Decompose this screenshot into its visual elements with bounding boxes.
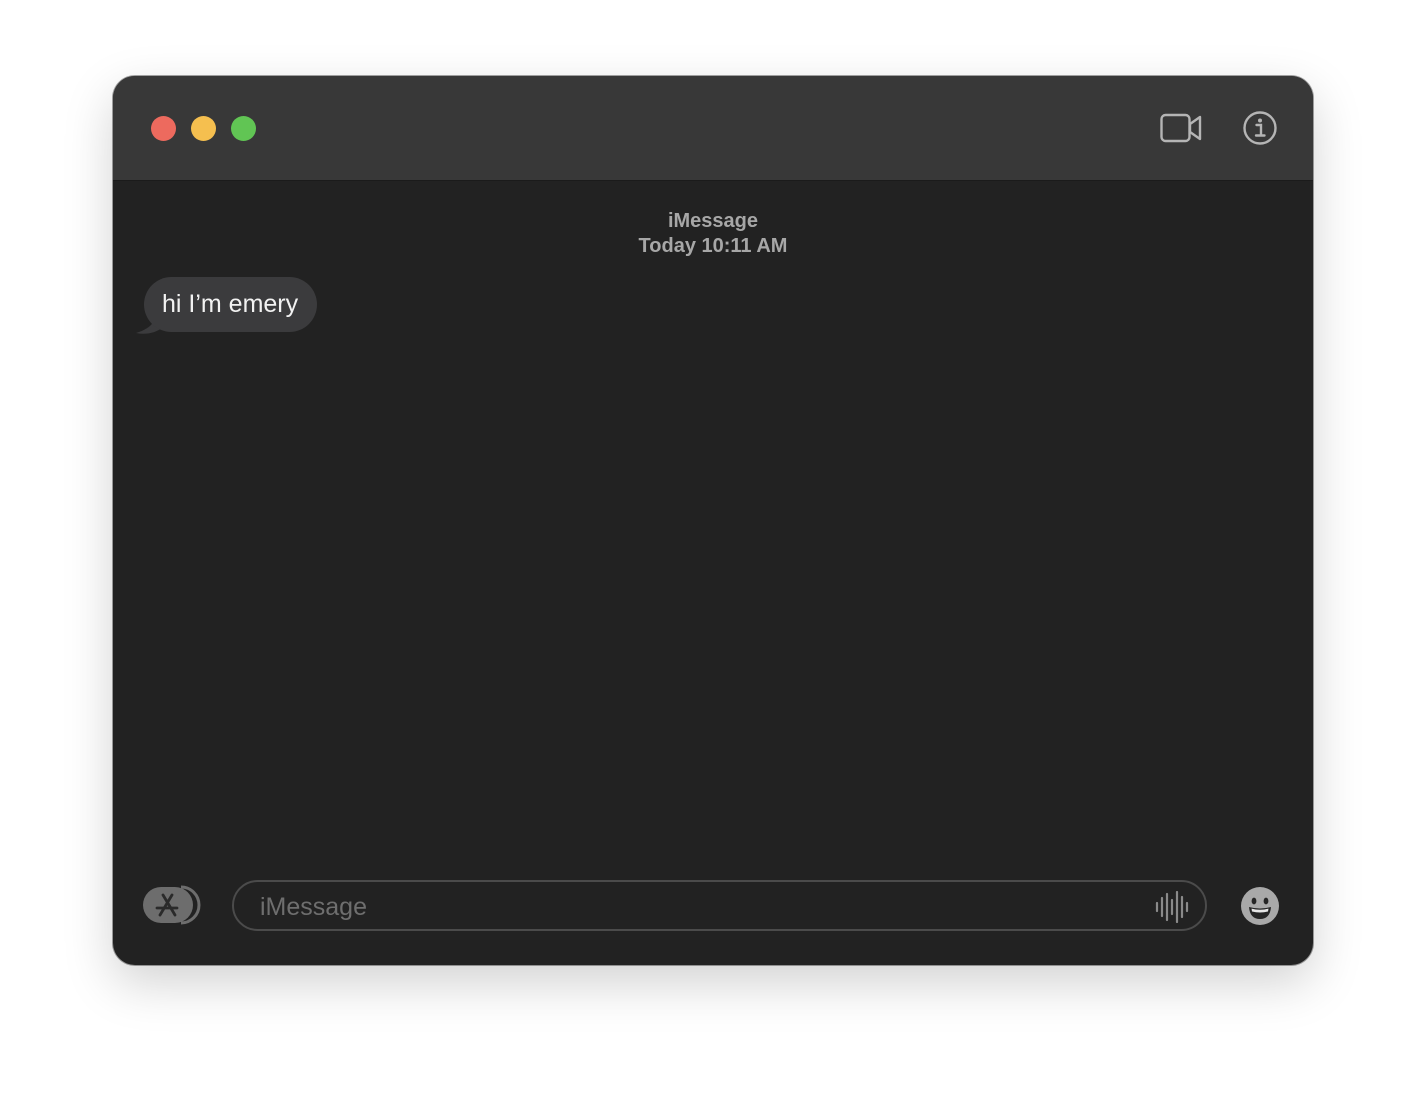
- conversation-info-button[interactable]: [1238, 108, 1282, 148]
- message-input-container: [232, 880, 1207, 931]
- close-window-button[interactable]: [151, 116, 176, 141]
- audio-waveform-icon: [1155, 890, 1189, 924]
- conversation-transcript[interactable]: iMessage Today 10:11 AM hi I’m emery: [113, 181, 1313, 861]
- message-composer: [113, 861, 1313, 965]
- apps-button[interactable]: [141, 885, 203, 925]
- minimize-window-button[interactable]: [191, 116, 216, 141]
- record-audio-button[interactable]: [1154, 890, 1190, 924]
- app-store-icon: [143, 885, 201, 925]
- info-icon: [1243, 111, 1277, 145]
- conversation-header: iMessage Today 10:11 AM: [113, 209, 1313, 259]
- zoom-window-button[interactable]: [231, 116, 256, 141]
- title-bar[interactable]: [113, 76, 1313, 181]
- message-text: hi I’m emery: [162, 290, 299, 318]
- video-camera-icon: [1160, 113, 1202, 143]
- messages-window: iMessage Today 10:11 AM hi I’m emery: [113, 76, 1313, 965]
- emoji-picker-button[interactable]: [1240, 886, 1280, 926]
- message-input[interactable]: [258, 888, 1142, 926]
- timestamp-label: Today 10:11 AM: [638, 235, 788, 257]
- emoji-icon: [1241, 887, 1279, 925]
- facetime-video-button[interactable]: [1159, 108, 1203, 148]
- incoming-message-bubble[interactable]: hi I’m emery: [144, 277, 318, 332]
- service-label: iMessage: [667, 210, 759, 232]
